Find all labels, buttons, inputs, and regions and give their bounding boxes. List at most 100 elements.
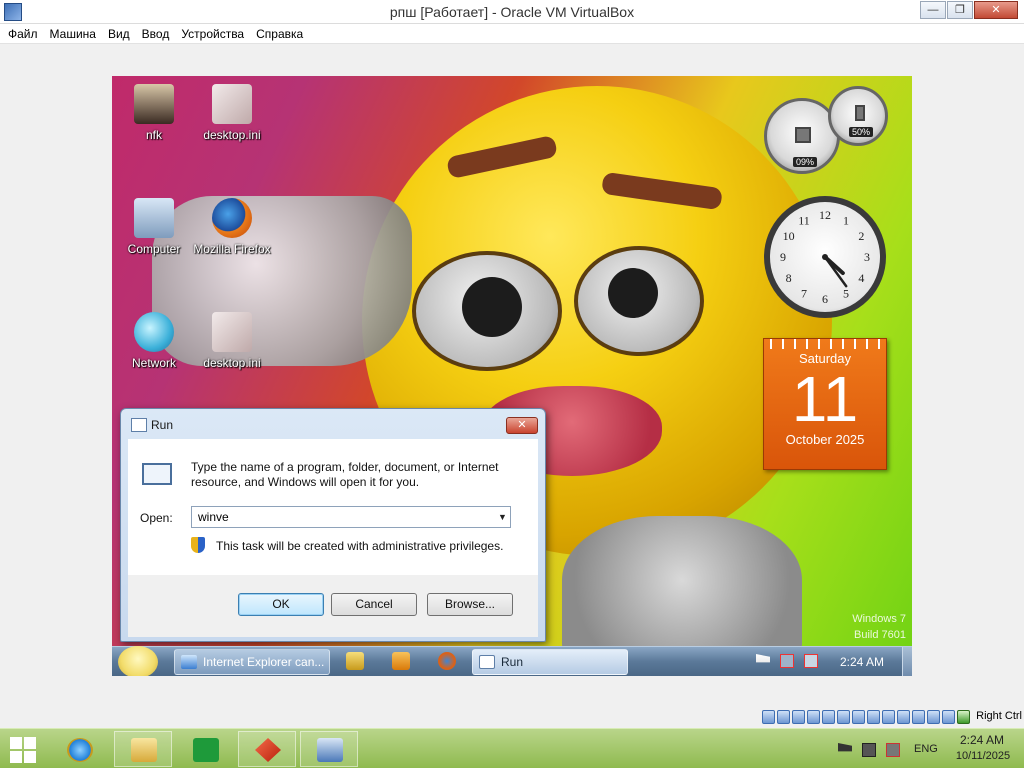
- optical-drive-icon[interactable]: [777, 710, 790, 724]
- virtualbox-taskbar-icon: [317, 738, 343, 762]
- host-file-explorer-button[interactable]: [114, 731, 172, 767]
- restore-button[interactable]: ❐: [947, 1, 973, 19]
- run-app-icon: [131, 418, 147, 432]
- desktop-icon-computer[interactable]: Computer: [112, 198, 196, 256]
- recording-icon[interactable]: [942, 710, 955, 724]
- guest-additions-icon[interactable]: [927, 710, 940, 724]
- file-explorer-icon: [131, 738, 157, 762]
- desktop-icon-desktop-ini[interactable]: desktop.ini: [190, 84, 274, 142]
- store-icon: [193, 738, 219, 762]
- volume-muted-icon[interactable]: [804, 654, 818, 668]
- vm-taskbar: Internet Explorer can... Run 2:24 AM: [112, 646, 912, 676]
- windows-watermark: Windows 7 Build 7601: [852, 613, 906, 641]
- cancel-button[interactable]: Cancel: [331, 593, 417, 616]
- menu-machine[interactable]: Машина: [44, 24, 102, 43]
- person-file-icon: [134, 84, 174, 124]
- keyboard-capture-icon[interactable]: [912, 710, 925, 724]
- browse-button[interactable]: Browse...: [427, 593, 513, 616]
- run-close-button[interactable]: ✕: [506, 417, 538, 434]
- media-player-pin-icon[interactable]: [392, 652, 410, 670]
- calendar-month-year: October 2025: [785, 432, 865, 447]
- host-app-red-button[interactable]: [238, 731, 296, 767]
- ok-button[interactable]: OK: [238, 593, 324, 616]
- desktop-icon-desktop-ini-2[interactable]: desktop.ini: [190, 312, 274, 370]
- display-icon[interactable]: [852, 710, 865, 724]
- memory-percent: 50%: [849, 127, 874, 137]
- clock-numeral: 11: [798, 214, 810, 228]
- desktop-icon-firefox[interactable]: Mozilla Firefox: [190, 198, 274, 256]
- cpu-chip-icon: [795, 127, 811, 143]
- run-program-icon: [142, 463, 172, 485]
- memory-chip-icon: [855, 105, 865, 121]
- run-dialog-footer: OK Cancel Browse...: [128, 575, 538, 637]
- calendar-gadget[interactable]: Saturday 11 October 2025: [763, 338, 887, 470]
- memory-meter-gadget[interactable]: 50%: [828, 86, 888, 146]
- cpu-percent: 09%: [793, 157, 818, 167]
- firefox-pin-icon[interactable]: [438, 652, 456, 670]
- desktop-icon-nfk[interactable]: nfk: [112, 84, 196, 142]
- explorer-pin-icon[interactable]: [346, 652, 364, 670]
- video-capture-icon[interactable]: [867, 710, 880, 724]
- vm-start-orb[interactable]: [118, 646, 158, 676]
- host-titlebar[interactable]: рпш [Работает] - Oracle VM VirtualBox — …: [0, 0, 1024, 24]
- shared-folders-icon[interactable]: [837, 710, 850, 724]
- host-language-indicator[interactable]: ENG: [914, 743, 938, 755]
- host-store-button[interactable]: [176, 731, 234, 767]
- vm-show-desktop-button[interactable]: [902, 647, 912, 676]
- uac-shield-icon: [191, 537, 205, 553]
- mouse-integration-icon[interactable]: [897, 710, 910, 724]
- wallpaper-left-eye: [412, 251, 562, 371]
- clock-numeral: 3: [864, 250, 870, 264]
- host-volume-muted-icon[interactable]: [886, 743, 900, 757]
- clock-numeral: 8: [786, 271, 792, 285]
- desktop-icon-network[interactable]: Network: [112, 312, 196, 370]
- run-dialog-title: Run: [151, 418, 174, 432]
- clock-numeral: 6: [822, 292, 828, 306]
- menu-file[interactable]: Файл: [2, 24, 44, 43]
- open-input[interactable]: winve: [191, 506, 511, 528]
- hard-disk-icon[interactable]: [762, 710, 775, 724]
- run-description: Type the name of a program, folder, docu…: [191, 460, 499, 489]
- config-file-icon: [212, 84, 252, 124]
- clock-numeral: 4: [858, 271, 864, 285]
- minimize-button[interactable]: —: [920, 1, 946, 19]
- menu-devices[interactable]: Устройства: [175, 24, 250, 43]
- host-key-indicator-icon[interactable]: [957, 710, 970, 724]
- menu-view[interactable]: Вид: [102, 24, 136, 43]
- audio-icon[interactable]: [792, 710, 805, 724]
- menu-input[interactable]: Ввод: [136, 24, 176, 43]
- clock-face: 1234567891011 12: [780, 208, 870, 306]
- wallpaper-right-eye: [574, 246, 704, 356]
- cpu-icon[interactable]: [882, 710, 895, 724]
- action-center-flag-icon[interactable]: [756, 654, 770, 663]
- host-network-icon[interactable]: [862, 743, 876, 757]
- run-dialog[interactable]: Run ✕ Type the name of a program, folder…: [120, 408, 546, 642]
- host-taskbar: ENG 2:24 AM 10/11/2025: [0, 728, 1024, 768]
- run-window-icon: [479, 655, 495, 669]
- run-dialog-body: Type the name of a program, folder, docu…: [128, 439, 538, 575]
- clock-numeral: 5: [843, 286, 849, 300]
- host-virtualbox-button[interactable]: [300, 731, 358, 767]
- host-action-center-icon[interactable]: [838, 743, 852, 752]
- host-clock-time[interactable]: 2:24 AM: [958, 733, 1006, 747]
- close-button[interactable]: ✕: [974, 1, 1018, 19]
- menu-help[interactable]: Справка: [250, 24, 309, 43]
- red-app-icon: [255, 738, 281, 762]
- clock-numeral: 9: [780, 250, 786, 264]
- usb-icon[interactable]: [822, 710, 835, 724]
- vm-screen[interactable]: nfk desktop.ini Computer Mozilla Firefox…: [112, 76, 912, 676]
- admin-privileges-note: This task will be created with administr…: [216, 539, 504, 553]
- task-run[interactable]: Run: [472, 649, 628, 675]
- windows-start-icon[interactable]: [10, 737, 36, 763]
- clock-gadget[interactable]: 1 2 3 4 5 6 7 8 9 10 11 12: [764, 196, 886, 318]
- network-adapter-icon[interactable]: [807, 710, 820, 724]
- clock-numeral: 10: [783, 229, 795, 243]
- task-internet-explorer[interactable]: Internet Explorer can...: [174, 649, 330, 675]
- host-clock-date[interactable]: 10/11/2025: [952, 750, 1014, 762]
- dropdown-arrow-icon[interactable]: ▼: [495, 507, 510, 527]
- network-disconnected-icon[interactable]: [780, 654, 794, 668]
- host-ie-button[interactable]: [50, 731, 108, 767]
- host-window-title: рпш [Работает] - Oracle VM VirtualBox: [389, 4, 635, 20]
- vm-clock[interactable]: 2:24 AM: [840, 655, 884, 669]
- host-key-label: Right Ctrl: [976, 710, 1022, 722]
